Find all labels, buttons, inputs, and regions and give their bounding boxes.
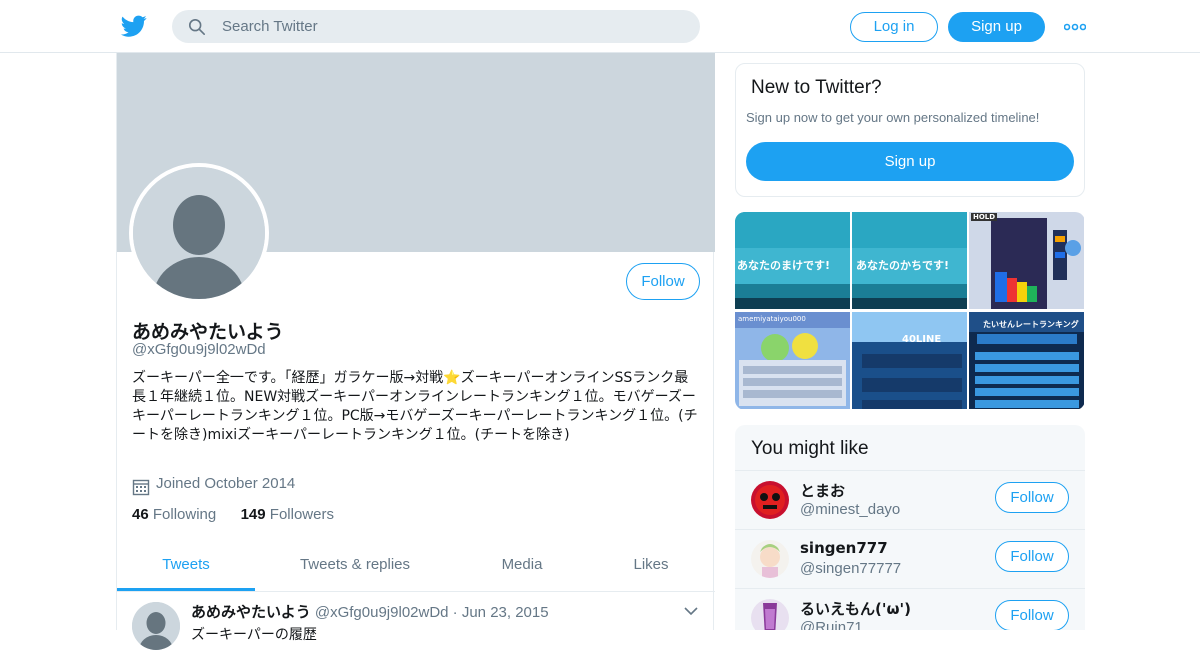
media-thumbnail[interactable]: あなたのかちです! [852,212,967,309]
tab-media[interactable]: Media [477,545,567,591]
tweet-header: あめみやたいよう @xGfg0u9j9l02wDd · Jun 23, 2015 [191,601,549,622]
followers-link[interactable]: 149 Followers [241,506,334,523]
you-might-like-title: You might like [751,438,869,459]
suggestion-avatar[interactable] [751,540,789,578]
following-count: 46 [132,506,149,523]
profile-bio: ズーキーパー全一です。「経歴」ガラケー版→対戦⭐ズーキーパーオンラインSSランク… [132,370,698,443]
more-options-icon[interactable] [1064,20,1086,34]
login-button[interactable]: Log in [850,12,938,42]
tab-likes[interactable]: Likes [611,545,691,591]
media-caption: amemiyataiyou000 [738,315,806,323]
suggestion-follow-button[interactable]: Follow [995,541,1069,572]
media-caption: 40LINE [902,334,942,345]
media-caption: たいせんレートランキング [983,320,1079,329]
twitter-bird-icon[interactable] [120,13,148,39]
profile-column: Follow あめみやたいよう @xGfg0u9j9l02wDd ズーキーパー全… [116,53,715,650]
following-label: Following [152,506,217,523]
tweet-avatar[interactable] [132,602,180,650]
media-caption: HOLD [971,213,998,221]
new-to-twitter-card: New to Twitter? Sign up now to get your … [735,63,1085,197]
media-grid: あなたのまけです! あなたのかちです! HOLD amemiyataiyou00… [735,212,1085,410]
suggestion-handle[interactable]: @minest_dayo [800,501,900,518]
signup-button[interactable]: Sign up [948,12,1045,42]
tab-tweets-replies[interactable]: Tweets & replies [277,545,433,591]
top-navigation-bar: Log in Sign up [0,0,1200,53]
media-thumbnail[interactable]: HOLD [969,212,1084,309]
search-bar[interactable] [172,10,700,43]
media-thumbnail[interactable]: あなたのまけです! [735,212,850,309]
followers-label: Followers [269,506,334,523]
joined-date: Joined October 2014 [156,475,296,492]
suggestion-avatar[interactable] [751,599,789,630]
tweet-text: ズーキーパーの履歴 [191,627,317,643]
calendar-icon [132,479,150,496]
followers-count: 149 [240,506,266,523]
tweet-author-name[interactable]: あめみやたいよう [191,603,311,621]
profile-stats: 46 Following 149 Followers [132,506,334,523]
media-caption: あなたのかちです! [856,259,950,272]
sidebar-signup-button[interactable]: Sign up [746,142,1074,181]
tab-tweets[interactable]: Tweets [117,545,255,591]
tweet-item[interactable]: あめみやたいよう @xGfg0u9j9l02wDd · Jun 23, 2015… [117,592,715,650]
profile-handle[interactable]: @xGfg0u9j9l02wDd [132,341,266,358]
profile-display-name: あめみやたいよう [132,321,284,343]
media-thumbnail[interactable]: たいせんレートランキング [969,312,1084,409]
suggestion-item[interactable]: とまお @minest_dayo Follow [735,470,1085,529]
search-input[interactable] [222,10,682,43]
suggestion-avatar[interactable] [751,481,789,519]
suggestion-name[interactable]: とまお [800,480,845,501]
media-thumbnail[interactable]: amemiyataiyou000 [735,312,850,409]
search-icon [188,18,206,36]
media-thumbnail[interactable]: 40LINE [852,312,967,409]
suggestion-handle[interactable]: @Ruin71 [800,619,863,630]
suggestion-name[interactable]: るいえもん('ω') [800,598,911,619]
default-avatar-icon [132,602,180,650]
suggestion-handle[interactable]: @singen77777 [800,560,901,577]
new-to-twitter-title: New to Twitter? [751,77,882,98]
suggestion-item[interactable]: singen777 @singen77777 Follow [735,529,1085,588]
suggestion-item[interactable]: るいえもん('ω') @Ruin71 Follow [735,588,1085,630]
suggestion-name[interactable]: singen777 [800,539,888,557]
profile-avatar[interactable] [129,163,269,303]
suggestion-follow-button[interactable]: Follow [995,600,1069,630]
following-link[interactable]: 46 Following [132,506,216,523]
suggestion-follow-button[interactable]: Follow [995,482,1069,513]
default-avatar-icon [133,167,265,299]
follow-button[interactable]: Follow [626,263,700,300]
tweet-meta[interactable]: @xGfg0u9j9l02wDd · Jun 23, 2015 [315,604,549,621]
media-caption: あなたのまけです! [737,259,831,272]
chevron-down-icon[interactable] [684,606,698,616]
you-might-like-card: You might like とまお @minest_dayo Follow s… [735,425,1085,630]
new-to-twitter-subtitle: Sign up now to get your own personalized… [746,110,1040,125]
profile-tabs: Tweets Tweets & replies Media Likes [117,545,715,592]
